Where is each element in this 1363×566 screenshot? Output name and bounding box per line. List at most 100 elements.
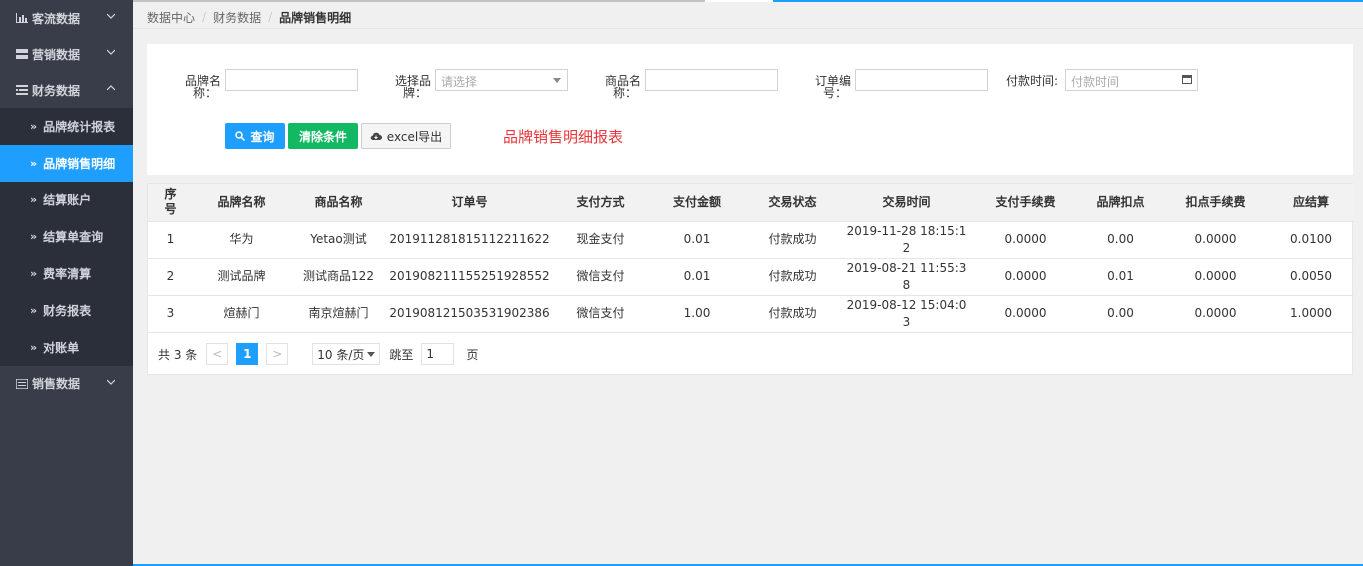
double-arrow-icon: » — [30, 267, 38, 281]
sidebar-item-statement[interactable]: » 对账单 — [0, 328, 133, 366]
table-row[interactable]: 3 煊赫门 南京煊赫门 201908121503531902386 微信支付 1… — [148, 295, 1354, 333]
pay-time-label: 付款时间: — [1005, 74, 1058, 88]
time-line: 2019-08-12 15:04:0 — [846, 297, 967, 312]
sales-table-panel: 序号 品牌名称 商品名称 订单号 支付方式 支付金额 交易状态 交易时间 支付手… — [147, 183, 1354, 375]
sidebar-item-rate-clearing[interactable]: » 费率清算 — [0, 255, 133, 292]
page-1-button[interactable]: 1 — [236, 343, 259, 365]
table-row[interactable]: 1 华为 Yetao测试 201911281815112211622 现金支付 … — [148, 221, 1354, 259]
sales-table: 序号 品牌名称 商品名称 订单号 支付方式 支付金额 交易状态 交易时间 支付手… — [148, 184, 1354, 333]
sidebar: 客流数据 营销数据 财务数据 » 品牌统计报表 » 品牌销售明细 » 结算账户 » 结算… — [0, 0, 133, 566]
prev-page-button[interactable]: < — [206, 343, 229, 365]
chevron-down-icon — [107, 379, 115, 385]
table-row[interactable]: 2 测试品牌 测试商品122 201908211155251928552 微信支… — [148, 258, 1354, 296]
cell-time: 2019-11-28 18:15:1 2 — [840, 221, 973, 259]
sidebar-item-label: 结算账户 — [43, 193, 92, 208]
product-name-label: 商品名 称： — [597, 75, 641, 99]
cell-pay-method: 微信支付 — [552, 295, 649, 333]
breadcrumb-item[interactable]: 财务数据 — [213, 9, 261, 26]
page-size-value: 10 条/页 — [317, 347, 365, 362]
clear-button[interactable]: 清除条件 — [288, 123, 358, 149]
header-line: 序 — [164, 187, 177, 202]
column-header: 订单号 — [387, 184, 552, 222]
breadcrumb-current: 品牌销售明细 — [279, 10, 352, 25]
sidebar-item-finance-report[interactable]: » 财务报表 — [0, 291, 133, 329]
breadcrumb-item[interactable]: 数据中心 — [147, 9, 195, 26]
cell-product: 测试商品122 — [290, 258, 387, 296]
cloud-download-icon — [370, 132, 382, 140]
caret-down-icon — [553, 78, 561, 83]
sidebar-group-finance[interactable]: 财务数据 — [0, 72, 133, 108]
list-icon — [16, 85, 28, 95]
label-line: 称： — [612, 86, 637, 100]
header-line: 号 — [164, 202, 177, 217]
sidebar-group-marketing[interactable]: 营销数据 — [0, 36, 133, 72]
sidebar-item-brand-stats[interactable]: » 品牌统计报表 — [0, 108, 133, 145]
cell-fee: 0.0000 — [973, 258, 1078, 296]
bar-chart-icon — [16, 13, 28, 23]
table-header-row: 序号 品牌名称 商品名称 订单号 支付方式 支付金额 交易状态 交易时间 支付手… — [148, 184, 1354, 222]
cell-pay-method: 微信支付 — [552, 258, 649, 296]
cell-seq: 3 — [148, 295, 193, 333]
sidebar-item-label: 费率清算 — [43, 267, 92, 282]
page-size-select[interactable]: 10 条/页 — [312, 343, 381, 365]
caret-down-icon — [367, 351, 376, 357]
sidebar-group-label: 营销数据 — [32, 47, 81, 62]
next-page-button[interactable]: > — [266, 343, 289, 365]
clear-button-label: 清除条件 — [298, 129, 347, 144]
sidebar-item-label: 结算单查询 — [43, 230, 104, 245]
column-header: 商品名称 — [290, 184, 387, 222]
top-border — [133, 0, 705, 2]
sidebar-item-settlement-query[interactable]: » 结算单查询 — [0, 218, 133, 256]
sidebar-item-label: 财务报表 — [43, 303, 92, 318]
export-button-label: excel导出 — [386, 129, 443, 144]
column-header: 品牌名称 — [193, 184, 290, 222]
cell-settle: 0.0100 — [1268, 221, 1354, 259]
time-line: 2019-08-21 11:55:3 — [846, 260, 967, 275]
cell-status: 付款成功 — [745, 295, 840, 333]
cell-fee: 0.0000 — [973, 295, 1078, 333]
order-no-input[interactable] — [855, 69, 988, 91]
order-no-label: 订单编 号： — [807, 75, 851, 99]
double-arrow-icon: » — [30, 156, 38, 170]
double-arrow-icon: » — [30, 193, 38, 207]
cell-product: Yetao测试 — [290, 221, 387, 259]
sidebar-item-brand-sales-detail[interactable]: » 品牌销售明细 — [0, 144, 133, 182]
sidebar-item-label: 品牌统计报表 — [43, 119, 116, 134]
pay-time-picker[interactable]: 付款时间 — [1065, 69, 1198, 91]
label-line: 牌： — [402, 86, 427, 100]
cell-deduct-fee: 0.0000 — [1163, 295, 1268, 333]
total-count: 共 3 条 — [158, 347, 198, 362]
pay-time-placeholder: 付款时间 — [1071, 75, 1120, 89]
report-title: 品牌销售明细报表 — [503, 128, 624, 146]
chevron-down-icon — [107, 13, 115, 19]
chevron-down-icon — [107, 49, 115, 55]
label-line: 称： — [192, 86, 217, 100]
sidebar-group-traffic[interactable]: 客流数据 — [0, 0, 133, 36]
select-brand-dropdown[interactable]: 请选择 — [435, 69, 568, 91]
column-header: 序号 — [148, 184, 193, 222]
cell-status: 付款成功 — [745, 258, 840, 296]
column-header: 支付手续费 — [973, 184, 1078, 222]
column-header: 支付方式 — [552, 184, 649, 222]
time-line: 3 — [902, 314, 911, 329]
server-icon — [16, 378, 28, 389]
jump-page-input[interactable]: 1 — [421, 343, 455, 365]
select-brand-label: 选择品 牌： — [387, 75, 431, 99]
query-button-label: 查询 — [250, 129, 275, 144]
sidebar-group-label: 财务数据 — [32, 83, 81, 98]
sidebar-group-label: 客流数据 — [32, 11, 81, 26]
cell-amount: 1.00 — [649, 295, 745, 333]
sidebar-group-sales[interactable]: 销售数据 — [0, 366, 133, 402]
breadcrumb: 数据中心 / 财务数据 / 品牌销售明细 — [147, 8, 351, 26]
time-line: 2019-11-28 18:15:1 — [846, 223, 967, 238]
export-button[interactable]: excel导出 — [361, 123, 451, 149]
cell-brand: 华为 — [193, 221, 290, 259]
brand-name-input[interactable] — [225, 69, 358, 91]
cell-seq: 2 — [148, 258, 193, 296]
product-name-input[interactable] — [645, 69, 778, 91]
double-arrow-icon: » — [30, 119, 38, 133]
cell-pay-method: 现金支付 — [552, 221, 649, 259]
sidebar-item-settlement-account[interactable]: » 结算账户 — [0, 181, 133, 219]
query-button[interactable]: 查询 — [225, 123, 285, 149]
time-line: 8 — [902, 277, 911, 292]
